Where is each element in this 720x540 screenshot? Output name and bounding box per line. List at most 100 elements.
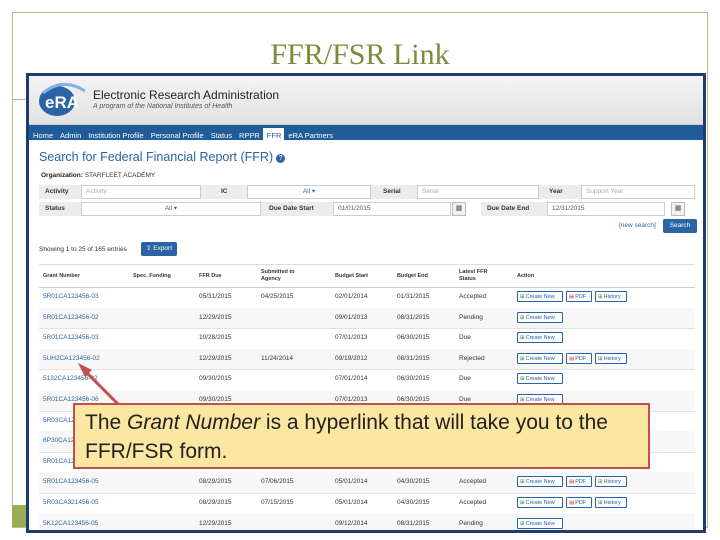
pdf-button[interactable]: ▤PDF (566, 291, 592, 302)
create-new-button[interactable]: ⊞Create New (517, 332, 563, 344)
year-label: Year (539, 185, 581, 199)
callout-box: The Grant Number is a hyperlink that wil… (73, 403, 650, 469)
search-row-1: Activity Activity IC All ▾ Serial Serial… (39, 185, 695, 199)
calendar-icon[interactable]: ▦ (452, 202, 466, 216)
create-new-button[interactable]: ⊞Create New (517, 352, 563, 364)
grant-number-link[interactable]: 5R03CA321456-05 (43, 499, 99, 506)
table-row: 5132CA123456-02 09/30/2015 07/01/2014 06/30… (39, 369, 695, 391)
cell-bstart: 09/19/2012 (335, 354, 368, 362)
due-start-input[interactable]: 01/01/2015 (333, 202, 451, 216)
status-select[interactable]: All ▾ (81, 202, 261, 216)
table-header: Grant Number Spec. Funding FFR Due Submi… (39, 264, 695, 288)
cell-submitted: 04/25/2015 (261, 293, 294, 300)
export-label: Export (153, 245, 173, 252)
table-row: 5K12CA123456-05 12/29/2015 09/12/2014 08/31… (39, 513, 695, 530)
history-button[interactable]: ⊞History (595, 352, 627, 364)
table-row: 5R03CA321456-05 08/29/2015 07/15/2015 05/01… (39, 493, 695, 515)
cell-submitted: 11/24/2014 (261, 354, 294, 362)
history-label: History (603, 355, 621, 362)
grant-number-link[interactable]: 5R01CA123456-06 (43, 396, 99, 403)
add-icon: ⊞ (520, 500, 525, 506)
history-icon: ⊞ (598, 355, 603, 362)
top-nav: Home Admin Institution Profile Personal Pro… (29, 125, 703, 141)
nav-item-institution-profile[interactable]: Institution Profile (84, 128, 146, 141)
history-label: History (603, 294, 621, 300)
year-input[interactable]: Support Year (581, 185, 695, 199)
create-new-label: Create New (525, 335, 555, 342)
app-header: eRA Electronic Research Administration A… (29, 76, 703, 125)
nav-item-personal-profile[interactable]: Personal Profile (147, 128, 207, 141)
serial-input[interactable]: Serial (417, 185, 539, 199)
grant-number-link[interactable]: 5132CA123456-02 (43, 375, 98, 382)
table-row: 5R01CA123456-02 12/29/2015 09/01/2013 08/31… (39, 307, 695, 330)
grant-number-link[interactable]: 5R01CA123456-02 (43, 314, 99, 321)
create-new-button[interactable]: ⊞Create New (517, 291, 563, 302)
nav-item-admin[interactable]: Admin (56, 128, 84, 141)
nav-item-status[interactable]: Status (207, 128, 235, 141)
cell-bstart: 07/01/2013 (335, 334, 368, 342)
help-icon[interactable]: ? (276, 154, 286, 163)
col-submitted[interactable]: Submitted to Agency (261, 269, 301, 283)
history-button[interactable]: ⊞History (595, 497, 627, 508)
table-row: 5R01CA123456-03 05/31/2015 04/25/2015 02/01… (39, 287, 695, 309)
organization-line: Organization: STARFLEET ACADEMY (41, 172, 155, 179)
cell-bstart: 02/01/2014 (335, 293, 368, 300)
activity-input[interactable]: Activity (81, 185, 201, 199)
export-button[interactable]: ⇪ Export (141, 242, 177, 256)
col-ffr-due[interactable]: FFR Due (199, 273, 222, 280)
search-button[interactable]: Search (663, 219, 697, 233)
nav-item-ffr[interactable]: FFR (262, 128, 285, 141)
due-start-label: Due Date Start (261, 202, 333, 216)
create-new-label: Create New (525, 355, 555, 362)
col-budget-end[interactable]: Budget End (397, 273, 428, 280)
col-spec-funding[interactable]: Spec. Funding (133, 273, 171, 280)
ic-select[interactable]: All ▾ (247, 185, 371, 199)
create-new-label: Create New (525, 376, 555, 383)
nav-item-home[interactable]: Home (29, 128, 56, 141)
cell-due: 09/30/2015 (199, 396, 232, 403)
cell-due: 12/29/2015 (199, 519, 232, 527)
grant-number-link[interactable]: 5UH2CA123456-02 (43, 355, 100, 362)
grant-number-link[interactable]: 5K12CA123456-05 (43, 520, 98, 527)
new-search-link[interactable]: [new search] (619, 222, 656, 229)
col-budget-start[interactable]: Budget Start (335, 273, 368, 280)
cell-bend: 06/30/2015 (397, 334, 430, 342)
pdf-icon: ▤ (569, 294, 575, 300)
grant-number-link[interactable]: 5R01CA123456-03 (43, 293, 99, 300)
search-row-2: Status All ▾ Due Date Start 01/01/2015 ▦… (39, 202, 695, 216)
pdf-button[interactable]: ▤PDF (566, 476, 592, 488)
activity-label: Activity (39, 185, 81, 199)
table-row: 5R01CA123456-03 10/28/2015 07/01/2013 06/30… (39, 328, 695, 350)
pdf-button[interactable]: ▤PDF (566, 352, 592, 364)
grant-number-link[interactable]: 5R01CA123456-03 (43, 334, 99, 341)
pdf-label: PDF (575, 294, 587, 300)
cell-due: 09/30/2015 (199, 375, 232, 383)
due-end-input[interactable]: 12/31/2015 (547, 202, 665, 216)
cell-bend: 01/31/2015 (397, 293, 430, 300)
organization-label: Organization: (41, 172, 83, 179)
history-button[interactable]: ⊞History (595, 291, 627, 302)
create-new-button[interactable]: ⊞Create New (517, 476, 563, 488)
cell-status: Accepted (459, 499, 487, 506)
cell-status: Due (459, 375, 471, 383)
history-label: History (603, 479, 621, 486)
nav-item-era-partners[interactable]: eRA Partners (284, 128, 336, 141)
nav-item-rppr[interactable]: RPPR (235, 128, 263, 141)
col-latest-status[interactable]: Latest FFR Status (459, 269, 495, 283)
cell-bstart: 09/01/2013 (335, 313, 368, 321)
col-grant-number[interactable]: Grant Number (43, 273, 80, 280)
create-new-button[interactable]: ⊞Create New (517, 497, 563, 508)
calendar-icon[interactable]: ▦ (671, 202, 685, 216)
create-new-button[interactable]: ⊞Create New (517, 311, 563, 323)
pdf-icon: ▤ (569, 479, 575, 486)
history-button[interactable]: ⊞History (595, 476, 627, 488)
cell-status: Due (459, 334, 471, 342)
status-label: Status (39, 202, 81, 216)
cell-bstart: 05/01/2014 (335, 478, 368, 486)
col-action: Action (517, 273, 535, 279)
add-icon: ⊞ (520, 335, 525, 342)
create-new-button[interactable]: ⊞Create New (517, 373, 563, 385)
create-new-button[interactable]: ⊞Create New (517, 517, 563, 529)
pdf-button[interactable]: ▤PDF (566, 497, 592, 508)
grant-number-link[interactable]: 5R01CA123456-05 (43, 478, 99, 485)
